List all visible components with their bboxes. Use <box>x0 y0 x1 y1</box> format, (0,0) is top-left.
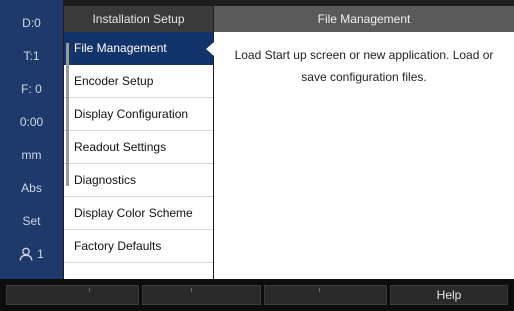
status-column: D:0 T:1 F: 0 0:00 mm Abs Set 1 <box>0 0 63 279</box>
menu-scrollbar[interactable] <box>66 43 69 186</box>
help-softkey-label: Help <box>436 288 462 302</box>
softkey-1[interactable] <box>6 285 139 305</box>
user-number: 1 <box>37 246 44 261</box>
menu-item-factory-defaults[interactable]: Factory Defaults <box>64 230 213 263</box>
softkey-bar: Help <box>0 279 514 311</box>
stopwatch-status[interactable]: 0:00 <box>0 105 63 138</box>
content-header: File Management <box>214 6 514 32</box>
softkey-3[interactable] <box>264 285 387 305</box>
abs-inc-status[interactable]: Abs <box>0 171 63 204</box>
set-status[interactable]: Set <box>0 204 63 237</box>
content-body: Load Start up screen or new application.… <box>214 32 514 279</box>
menu-item-display-color-scheme[interactable]: Display Color Scheme <box>64 197 213 230</box>
menu-header: Installation Setup <box>64 6 213 32</box>
softkey-tick <box>89 288 90 292</box>
menu-item-encoder-setup[interactable]: Encoder Setup <box>64 65 213 98</box>
dro-screen: D:0 T:1 F: 0 0:00 mm Abs Set 1 Installat… <box>0 0 514 311</box>
tool-status[interactable]: T:1 <box>0 39 63 72</box>
softkey-tick <box>191 288 192 292</box>
user-icon <box>19 247 33 261</box>
units-status[interactable]: mm <box>0 138 63 171</box>
user-status[interactable]: 1 <box>0 237 63 270</box>
menu-item-display-configuration[interactable]: Display Configuration <box>64 98 213 131</box>
menu-list: File Management Encoder Setup Display Co… <box>64 32 214 279</box>
datum-status[interactable]: D:0 <box>0 6 63 39</box>
content-description: Load Start up screen or new application.… <box>234 48 494 84</box>
softkey-2[interactable] <box>142 285 261 305</box>
menu-item-file-management[interactable]: File Management <box>64 32 214 65</box>
feed-rate-status[interactable]: F: 0 <box>0 72 63 105</box>
softkey-tick <box>319 288 320 292</box>
menu-item-diagnostics[interactable]: Diagnostics <box>64 164 213 197</box>
help-softkey[interactable]: Help <box>390 285 508 305</box>
menu-item-readout-settings[interactable]: Readout Settings <box>64 131 213 164</box>
